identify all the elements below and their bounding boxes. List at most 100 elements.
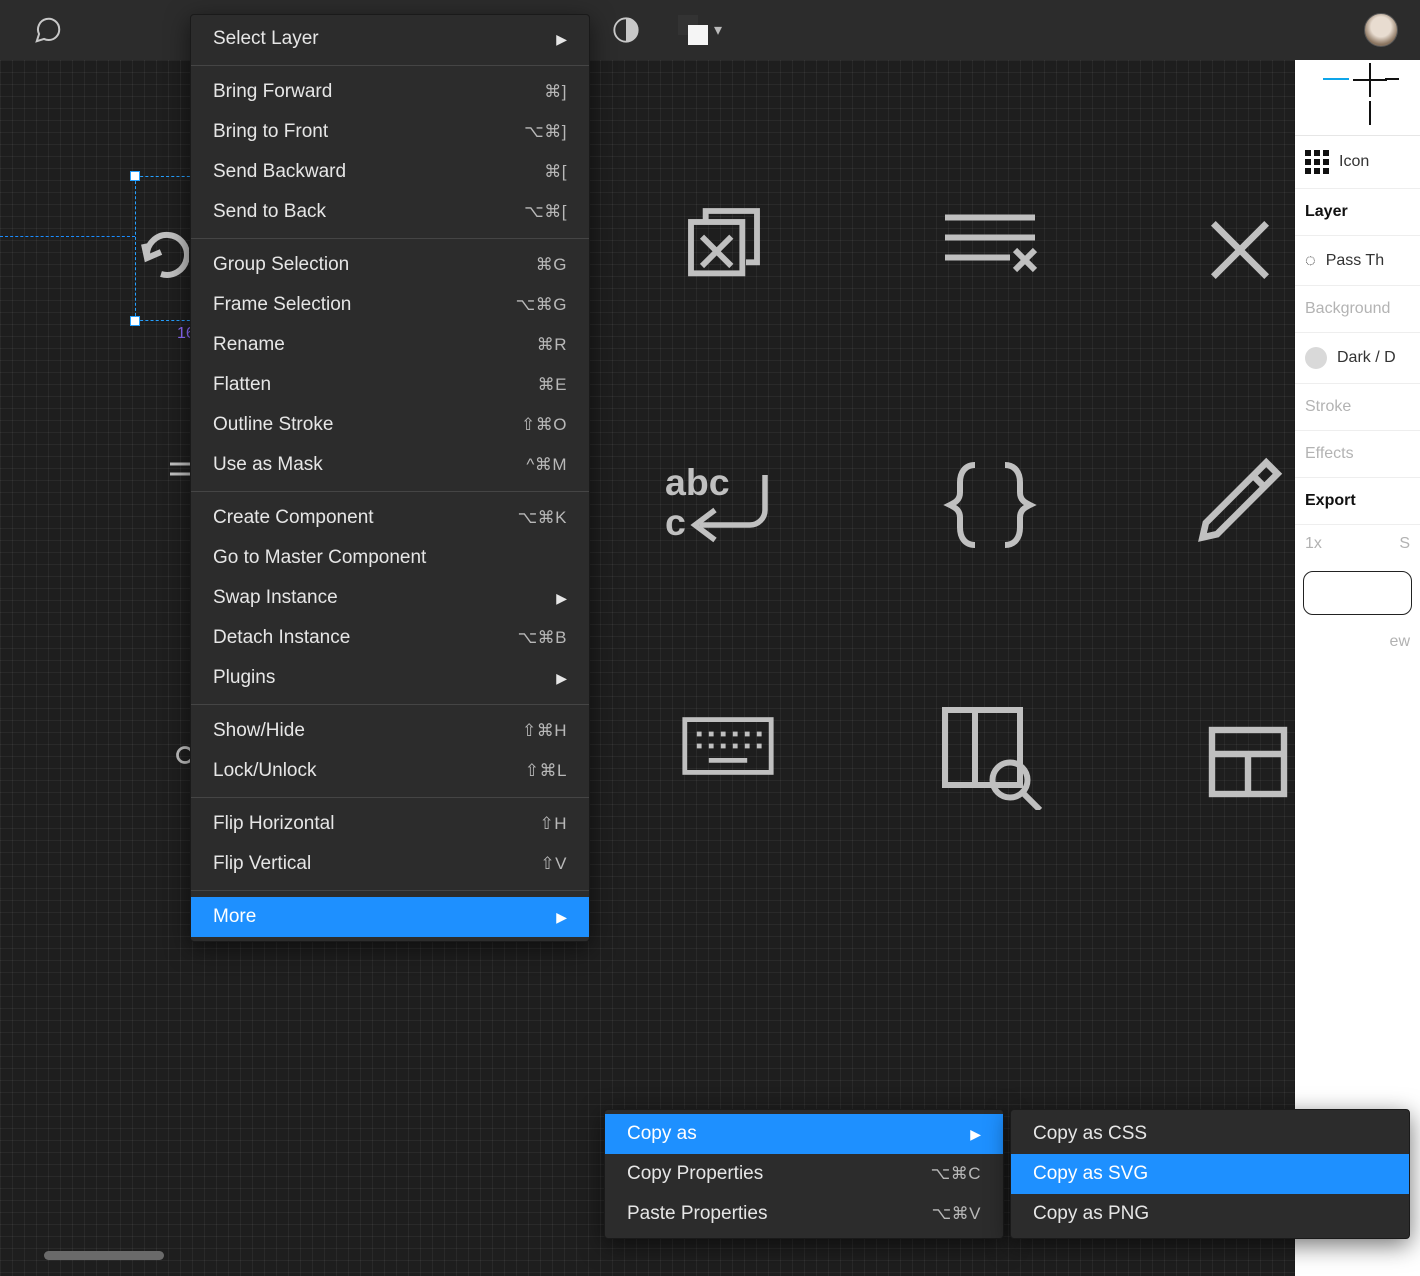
menu-item-shortcut: ⌥⌘B [518,628,567,648]
menu-item-label: Send Backward [213,161,346,183]
canvas-icon-edit[interactable] [1190,450,1290,555]
ctxmain-item-flip-vertical[interactable]: Flip Vertical ⇧V [191,844,589,884]
ctxmain-separator [191,65,589,66]
canvas-icon-close[interactable] [1200,210,1280,295]
menu-item-label: Select Layer [213,28,319,50]
ctxmain-item-select-layer[interactable]: Select Layer ▶ [191,19,589,59]
ctxmain-item-flatten[interactable]: Flatten ⌘E [191,365,589,405]
menu-item-label: Paste Properties [627,1203,767,1225]
component-name-row[interactable]: Icon [1295,136,1420,189]
ctxmain-item-send-to-back[interactable]: Send to Back⌥⌘[ [191,192,589,232]
menu-item-shortcut: ⌥⌘C [931,1164,981,1184]
menu-item-shortcut: ⇧⌘L [525,761,567,781]
menu-item-shortcut: ⌥⌘] [524,122,567,142]
ctxmain-item-frame-selection[interactable]: Frame Selection ⌥⌘G [191,285,589,325]
menu-item-label: Lock/Unlock [213,760,317,782]
ctxmain-item-bring-forward[interactable]: Bring Forward⌘] [191,72,589,112]
svg-text:c: c [665,501,686,543]
ctxmain-item-detach-instance[interactable]: Detach Instance⌥⌘B [191,618,589,658]
layer-blend-mode[interactable]: ◌ Pass Th [1295,236,1420,286]
ctxmain-item-lock-unlock[interactable]: Lock/Unlock ⇧⌘L [191,751,589,791]
menu-item-shortcut: ⇧V [540,854,567,874]
comments-icon[interactable] [22,10,74,50]
canvas-icon-list-clear[interactable] [940,210,1040,285]
submenu-arrow-icon: ▶ [556,909,567,926]
avatar[interactable] [1364,13,1398,47]
smart-guide [0,236,135,237]
context-menu-main[interactable]: Select Layer▶Bring Forward⌘]Bring to Fro… [190,14,590,942]
menu-item-shortcut: ⌘E [538,375,567,395]
menu-item-label: Flatten [213,374,271,396]
menu-item-label: Swap Instance [213,587,338,609]
menu-item-shortcut: ⌘[ [544,162,567,182]
context-menu-more[interactable]: Copy as▶Copy Properties⌥⌘CPaste Properti… [604,1109,1004,1239]
menu-item-shortcut: ⌥⌘G [516,295,567,315]
ctxmain-item-send-backward[interactable]: Send Backward ⌘[ [191,152,589,192]
selected-refresh-icon [141,226,189,282]
canvas-icon-layout[interactable] [1200,714,1296,815]
effects-section-header[interactable]: Effects [1295,431,1420,478]
menu-item-shortcut: ⌥⌘V [932,1204,981,1224]
menu-item-shortcut: ⌘R [537,335,567,355]
ctxmain-item-use-as-mask[interactable]: Use as Mask^⌘M [191,445,589,485]
ctxmain-separator [191,890,589,891]
layer-section-header[interactable]: Layer [1295,189,1420,236]
selection-box[interactable]: 16 [135,176,195,321]
component-name: Icon [1339,153,1369,171]
export-section-header[interactable]: Export [1295,478,1420,525]
ctxmore-item-copy-properties[interactable]: Copy Properties⌥⌘C [605,1154,1003,1194]
canvas-icon-keyboard[interactable] [680,710,776,787]
ctxmore-item-copy-as[interactable]: Copy as ▶ [605,1114,1003,1154]
ctxmain-item-go-to-master-component[interactable]: Go to Master Component [191,538,589,578]
ctxmain-item-more[interactable]: More ▶ [191,897,589,937]
menu-item-label: Create Component [213,507,374,529]
menu-item-label: Plugins [213,667,275,689]
stroke-section-header[interactable]: Stroke [1295,384,1420,431]
ctxmain-item-swap-instance[interactable]: Swap Instance ▶ [191,578,589,618]
menu-item-shortcut: ⌘] [544,82,567,102]
alignment-controls[interactable] [1295,60,1420,136]
menu-item-label: Copy as CSS [1033,1123,1147,1145]
menu-item-label: Bring to Front [213,121,328,143]
ctxmain-item-show-hide[interactable]: Show/Hide⇧⌘H [191,711,589,751]
submenu-arrow-icon: ▶ [970,1126,981,1143]
context-menu-copy-as[interactable]: Copy as CSS Copy as SVGCopy as PNG [1010,1109,1410,1239]
ctxcopyas-item-copy-as-png[interactable]: Copy as PNG [1011,1194,1409,1234]
canvas-icon-word-wrap[interactable]: abcc [665,460,775,555]
export-scale-row[interactable]: 1x S [1295,525,1420,563]
menu-item-shortcut: ⌥⌘[ [524,202,567,222]
submenu-arrow-icon: ▶ [556,590,567,607]
ctxcopyas-item-copy-as-css[interactable]: Copy as CSS [1011,1114,1409,1154]
menu-item-label: Copy as [627,1123,697,1145]
menu-item-label: More [213,906,256,928]
background-swatch-row[interactable]: Dark / D [1295,333,1420,384]
submenu-arrow-icon: ▶ [556,31,567,48]
color-swatches-button[interactable]: ▾ [678,15,722,45]
canvas-icon-braces[interactable] [940,455,1040,560]
horizontal-scrollbar[interactable] [44,1251,164,1260]
ctxmain-item-rename[interactable]: Rename⌘R [191,325,589,365]
inspector-panel: Icon Layer ◌ Pass Th Background Dark / D… [1295,60,1420,1276]
dots-grid-icon [1305,150,1329,174]
export-button[interactable] [1303,571,1412,615]
ctxmore-item-paste-properties[interactable]: Paste Properties ⌥⌘V [605,1194,1003,1234]
drop-icon: ◌ [1305,250,1316,271]
ctxcopyas-item-copy-as-svg[interactable]: Copy as SVG [1011,1154,1409,1194]
ctxmain-item-flip-horizontal[interactable]: Flip Horizontal⇧H [191,804,589,844]
canvas-icon-preview-search[interactable] [935,700,1045,815]
contrast-icon[interactable] [600,10,652,50]
background-section-header[interactable]: Background [1295,286,1420,333]
preview-label: ew [1295,623,1420,661]
canvas-icon-close-multiple[interactable] [680,200,768,293]
menu-item-label: Show/Hide [213,720,305,742]
ctxmain-item-plugins[interactable]: Plugins▶ [191,658,589,698]
ctxmain-item-outline-stroke[interactable]: Outline Stroke⇧⌘O [191,405,589,445]
swatch-icon [1305,347,1327,369]
ctxmain-item-bring-to-front[interactable]: Bring to Front ⌥⌘] [191,112,589,152]
ctxmain-item-group-selection[interactable]: Group Selection⌘G [191,245,589,285]
ctxmain-item-create-component[interactable]: Create Component⌥⌘K [191,498,589,538]
menu-item-label: Frame Selection [213,294,351,316]
menu-item-label: Outline Stroke [213,414,333,436]
menu-item-label: Flip Vertical [213,853,311,875]
menu-item-label: Use as Mask [213,454,323,476]
